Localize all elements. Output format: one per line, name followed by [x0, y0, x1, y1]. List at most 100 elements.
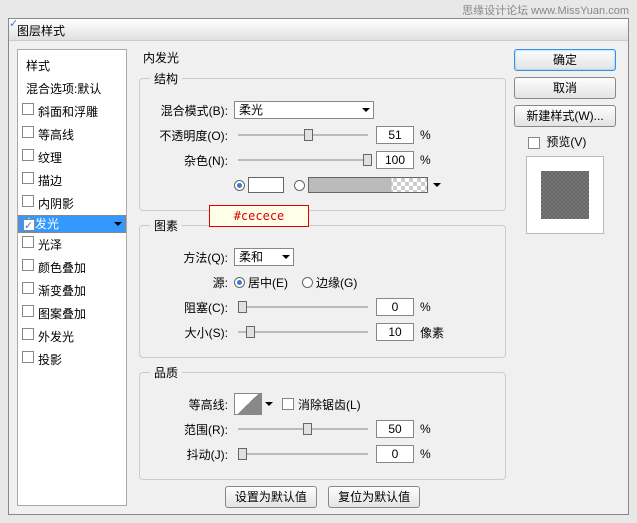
sidebar-item-9[interactable]: 图案叠加 [18, 302, 126, 325]
gradient-picker[interactable] [308, 177, 428, 193]
sidebar-item-4[interactable]: 内阴影 [18, 192, 126, 215]
sidebar-heading-blend[interactable]: 混合选项:默认 [18, 77, 126, 100]
pct-unit: % [420, 447, 431, 461]
noise-label: 杂色(N): [150, 152, 228, 169]
sidebar-checkbox[interactable] [23, 219, 35, 231]
blend-mode-label: 混合模式(B): [150, 102, 228, 119]
sidebar-checkbox[interactable] [22, 282, 34, 294]
sidebar-item-10[interactable]: 外发光 [18, 325, 126, 348]
choke-input[interactable]: 0 [376, 298, 414, 316]
right-panel: 确定 取消 新建样式(W)... 预览(V) [510, 49, 620, 506]
range-label: 范围(R): [150, 421, 228, 438]
contour-label: 等高线: [150, 396, 228, 413]
sidebar-item-label: 等高线 [38, 128, 74, 142]
source-edge-radio[interactable] [302, 277, 313, 288]
sidebar-item-label: 内阴影 [38, 197, 74, 211]
sidebar-item-0[interactable]: 斜面和浮雕 [18, 100, 126, 123]
px-unit: 像素 [420, 324, 444, 341]
sidebar-item-7[interactable]: 颜色叠加 [18, 256, 126, 279]
cancel-button[interactable]: 取消 [514, 77, 616, 99]
blend-mode-select[interactable]: 柔光 [234, 101, 374, 119]
color-callout: #cecece [209, 205, 309, 227]
watermark: 思缘设计论坛 www.MissYuan.com [462, 2, 629, 18]
sidebar-item-label: 光泽 [38, 238, 62, 252]
sidebar-checkbox[interactable] [22, 328, 34, 340]
sidebar-item-label: 外发光 [38, 330, 74, 344]
ok-button[interactable]: 确定 [514, 49, 616, 71]
sidebar-item-2[interactable]: 纹理 [18, 146, 126, 169]
legend-structure: 结构 [150, 70, 182, 87]
sidebar-checkbox[interactable] [22, 126, 34, 138]
technique-select[interactable]: 柔和 [234, 248, 294, 266]
antialias-checkbox[interactable] [282, 398, 294, 410]
color-well[interactable] [248, 177, 284, 193]
preview-box [526, 156, 604, 234]
choke-label: 阻塞(C): [150, 299, 228, 316]
noise-input[interactable]: 100 [376, 151, 414, 169]
size-slider[interactable] [238, 331, 368, 333]
preview-swatch [541, 171, 589, 219]
preview-label[interactable]: 预览(V) [546, 135, 586, 149]
sidebar-checkbox[interactable] [22, 172, 34, 184]
sidebar-item-8[interactable]: 渐变叠加 [18, 279, 126, 302]
titlebar: 图层样式 [9, 19, 628, 41]
sidebar-item-label: 纹理 [38, 151, 62, 165]
jitter-slider[interactable] [238, 453, 368, 455]
sidebar-heading-styles: 样式 [18, 54, 126, 77]
group-structure: 结构 混合模式(B): 柔光 不透明度(O): 51 % 杂色(N): 100 … [139, 70, 506, 211]
pct-unit: % [420, 300, 431, 314]
sidebar-item-label: 斜面和浮雕 [38, 105, 98, 119]
sidebar-checkbox[interactable] [22, 149, 34, 161]
noise-slider[interactable] [238, 159, 368, 161]
gradient-radio[interactable] [294, 180, 305, 191]
sidebar-checkbox[interactable] [22, 195, 34, 207]
size-label: 大小(S): [150, 324, 228, 341]
pct-unit: % [420, 422, 431, 436]
opacity-slider[interactable] [238, 134, 368, 136]
pct-unit: % [420, 153, 431, 167]
choke-slider[interactable] [238, 306, 368, 308]
group-elements: 图素 方法(Q): 柔和 源: 居中(E) 边缘(G) 阻塞(C): 0 % [139, 217, 506, 358]
sidebar-item-label: 图案叠加 [38, 307, 86, 321]
pct-unit: % [420, 128, 431, 142]
new-style-button[interactable]: 新建样式(W)... [514, 105, 616, 127]
sidebar-checkbox[interactable] [22, 236, 34, 248]
reset-default-button[interactable]: 复位为默认值 [328, 486, 420, 508]
sidebar-item-label: 投影 [38, 353, 62, 367]
contour-picker[interactable] [234, 393, 262, 415]
range-slider[interactable] [238, 428, 368, 430]
opacity-label: 不透明度(O): [150, 127, 228, 144]
sidebar-checkbox[interactable] [22, 103, 34, 115]
antialias-label[interactable]: 消除锯齿(L) [298, 396, 361, 413]
panel-title: 内发光 [143, 49, 506, 66]
legend-quality: 品质 [150, 364, 182, 381]
source-label: 源: [150, 274, 228, 291]
jitter-label: 抖动(J): [150, 446, 228, 463]
layer-style-dialog: 图层样式 样式 混合选项:默认 斜面和浮雕等高线纹理描边内阴影内发光光泽颜色叠加… [8, 18, 629, 515]
jitter-input[interactable]: 0 [376, 445, 414, 463]
range-input[interactable]: 50 [376, 420, 414, 438]
preview-checkbox[interactable] [528, 137, 540, 149]
sidebar-item-3[interactable]: 描边 [18, 169, 126, 192]
sidebar-item-label: 描边 [38, 174, 62, 188]
styles-sidebar: 样式 混合选项:默认 斜面和浮雕等高线纹理描边内阴影内发光光泽颜色叠加渐变叠加图… [17, 49, 127, 506]
sidebar-item-5[interactable]: 内发光 [18, 215, 126, 233]
technique-label: 方法(Q): [150, 249, 228, 266]
sidebar-item-1[interactable]: 等高线 [18, 123, 126, 146]
sidebar-item-11[interactable]: 投影 [18, 348, 126, 371]
group-quality: 品质 等高线: 消除锯齿(L) 范围(R): 50 % 抖动(J): [139, 364, 506, 480]
sidebar-checkbox[interactable] [22, 259, 34, 271]
opacity-input[interactable]: 51 [376, 126, 414, 144]
sidebar-checkbox[interactable] [22, 351, 34, 363]
sidebar-item-label: 颜色叠加 [38, 261, 86, 275]
sidebar-checkbox[interactable] [22, 305, 34, 317]
source-edge-label[interactable]: 边缘(G) [316, 274, 357, 291]
color-radio[interactable] [234, 180, 245, 191]
set-default-button[interactable]: 设置为默认值 [225, 486, 317, 508]
sidebar-item-label: 渐变叠加 [38, 284, 86, 298]
source-center-label[interactable]: 居中(E) [248, 274, 288, 291]
source-center-radio[interactable] [234, 277, 245, 288]
sidebar-item-6[interactable]: 光泽 [18, 233, 126, 256]
main-panel: 内发光 结构 混合模式(B): 柔光 不透明度(O): 51 % 杂色(N): … [135, 49, 510, 506]
size-input[interactable]: 10 [376, 323, 414, 341]
